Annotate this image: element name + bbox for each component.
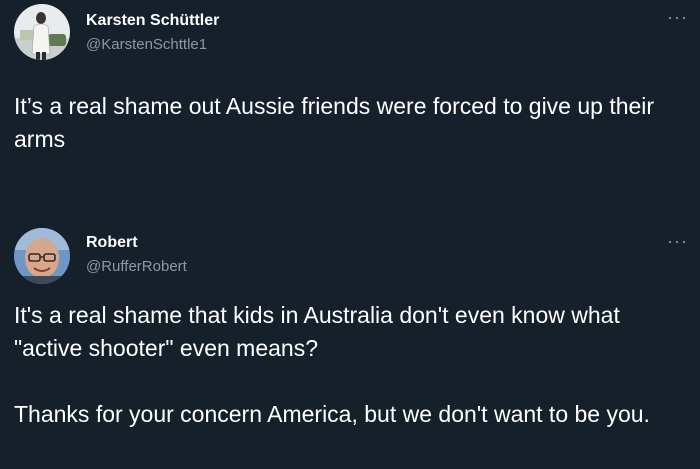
tweet-paragraph: Thanks for your concern America, but we …	[14, 401, 650, 427]
avatar[interactable]	[14, 4, 70, 60]
more-options-icon[interactable]: ···	[667, 232, 688, 250]
tweet-text: It’s a real shame out Aussie friends wer…	[14, 90, 686, 156]
user-handle[interactable]: @RufferRobert	[86, 258, 187, 275]
avatar-image	[14, 4, 70, 60]
more-options-icon[interactable]: ···	[667, 8, 688, 26]
tweet-text: It's a real shame that kids in Australia…	[14, 299, 686, 431]
avatar[interactable]	[14, 228, 70, 284]
tweet-paragraph: It's a real shame that kids in Australia…	[14, 302, 620, 361]
display-name[interactable]: Robert	[86, 234, 138, 252]
avatar-image	[14, 228, 70, 284]
display-name[interactable]: Karsten Schüttler	[86, 12, 219, 30]
tweet-paragraph: It’s a real shame out Aussie friends wer…	[14, 93, 655, 152]
user-handle[interactable]: @KarstenSchttle1	[86, 36, 207, 53]
